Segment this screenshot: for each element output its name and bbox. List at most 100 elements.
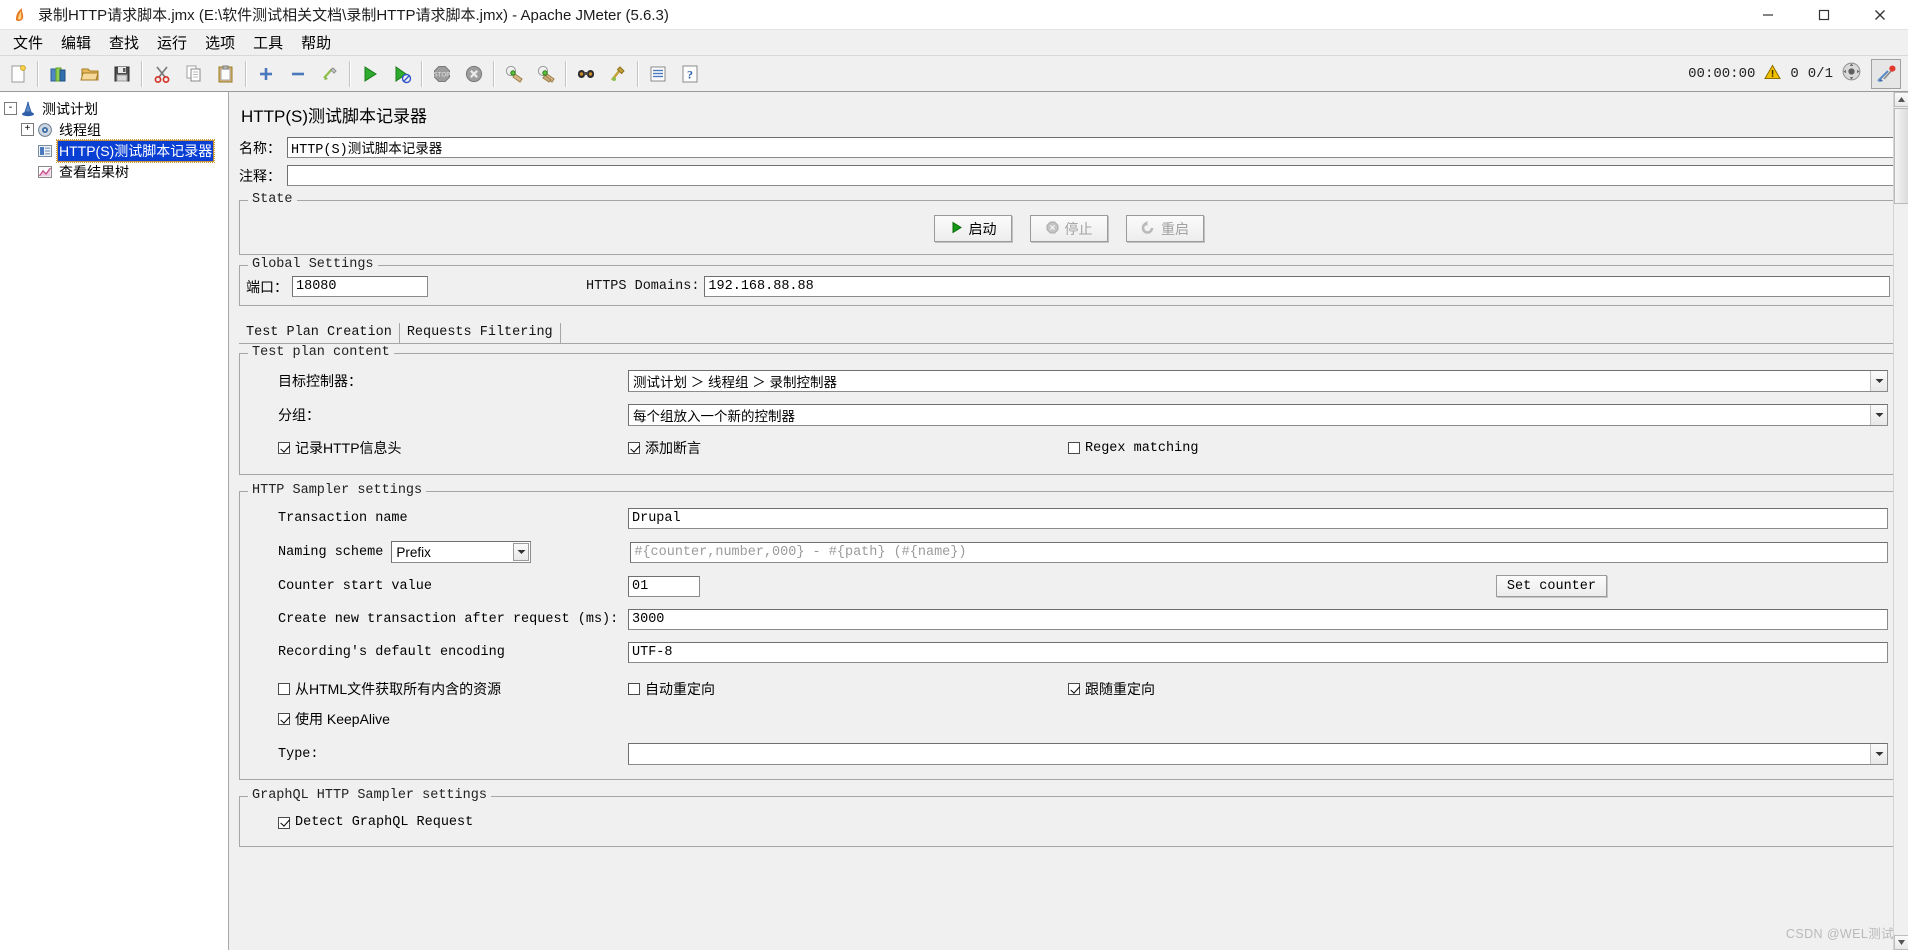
transaction-name-input[interactable]	[628, 508, 1888, 529]
toolbar-collapse-all[interactable]	[283, 59, 313, 89]
use-keepalive-label: 使用 KeepAlive	[295, 711, 390, 727]
chevron-down-icon[interactable]	[1870, 405, 1887, 425]
menu-tools[interactable]: 工具	[244, 30, 292, 55]
retrieve-embedded-checkbox[interactable]: 从HTML文件获取所有内含的资源	[246, 679, 628, 699]
toolbar-clear[interactable]	[499, 59, 529, 89]
checkbox-box[interactable]	[278, 713, 290, 725]
toolbar-function-helper[interactable]	[643, 59, 673, 89]
toolbar-new[interactable]	[3, 59, 33, 89]
toolbar-search[interactable]	[571, 59, 601, 89]
start-button[interactable]: 启动	[934, 215, 1012, 242]
counter-start-input[interactable]	[628, 575, 700, 597]
detect-graphql-checkbox[interactable]: Detect GraphQL Request	[246, 815, 473, 830]
toolbar-copy[interactable]	[179, 59, 209, 89]
toolbar-toggle[interactable]	[315, 59, 345, 89]
toolbar-start-no-pauses[interactable]	[387, 59, 417, 89]
tree-expander-icon[interactable]: +	[21, 123, 34, 136]
type-combo[interactable]	[628, 743, 1888, 765]
set-counter-button[interactable]: Set counter	[1495, 575, 1607, 597]
tab-test-plan-creation[interactable]: Test Plan Creation	[239, 323, 400, 343]
toolbar-open[interactable]	[75, 59, 105, 89]
toolbar-cut[interactable]	[147, 59, 177, 89]
menu-edit[interactable]: 编辑	[52, 30, 100, 55]
tree-item-http-recorder[interactable]: HTTP(S)测试脚本记录器	[4, 138, 228, 163]
checkbox-box[interactable]	[628, 683, 640, 695]
toolbar-paste[interactable]	[211, 59, 241, 89]
toolbar-save[interactable]	[107, 59, 137, 89]
naming-pattern-wrap	[531, 541, 1888, 563]
toolbar-search-reset[interactable]	[603, 59, 633, 89]
checkbox-box[interactable]	[628, 442, 640, 454]
use-keepalive-checkbox[interactable]: 使用 KeepAlive	[246, 709, 390, 729]
global-settings-title: Global Settings	[248, 257, 378, 272]
toolbar-stop[interactable]: STOP	[427, 59, 457, 89]
toolbar-shutdown[interactable]	[459, 59, 489, 89]
comment-label: 注释：	[239, 167, 281, 184]
checkbox-box[interactable]	[1068, 683, 1080, 695]
warning-count: 0	[1790, 66, 1799, 82]
https-domains-label: HTTPS Domains:	[586, 279, 700, 294]
checkbox-box[interactable]	[278, 816, 290, 829]
tree-item-label: 查看结果树	[59, 163, 129, 180]
follow-redirect-checkbox[interactable]: 跟随重定向	[1068, 679, 1155, 699]
minimize-button[interactable]	[1740, 0, 1796, 30]
name-input[interactable]	[287, 137, 1899, 158]
toolbar-help[interactable]: ?	[675, 59, 705, 89]
menu-run[interactable]: 运行	[148, 30, 196, 55]
editor-scrollbar[interactable]	[1893, 92, 1908, 950]
toolbar-clear-all[interactable]	[531, 59, 561, 89]
chevron-down-icon[interactable]	[1870, 371, 1887, 391]
recorder-icon[interactable]	[1871, 59, 1901, 89]
menu-file[interactable]: 文件	[4, 30, 52, 55]
toolbar-templates[interactable]	[43, 59, 73, 89]
target-controller-combo[interactable]: 测试计划 ＞ 线程组 ＞ 录制控制器	[628, 370, 1888, 392]
tab-requests-filtering[interactable]: Requests Filtering	[400, 323, 561, 343]
menu-search[interactable]: 查找	[100, 30, 148, 55]
dashboard-icon[interactable]	[1842, 62, 1861, 86]
stop-button-label: 停止	[1064, 220, 1093, 237]
checkbox-box[interactable]	[278, 442, 290, 454]
maximize-button[interactable]	[1796, 0, 1852, 30]
target-controller-value: 测试计划 ＞ 线程组 ＞ 录制控制器	[633, 375, 838, 390]
toolbar-expand-all[interactable]	[251, 59, 281, 89]
checkbox-box[interactable]	[278, 683, 290, 695]
auto-redirect-checkbox[interactable]: 自动重定向	[628, 679, 1068, 699]
scroll-up-button[interactable]	[1894, 92, 1908, 107]
menu-help[interactable]: 帮助	[292, 30, 340, 55]
new-transaction-label: Create new transaction after request (ms…	[278, 612, 619, 627]
grouping-combo[interactable]: 每个组放入一个新的控制器	[628, 404, 1888, 426]
test-plan-tree[interactable]: - 测试计划 + 线程组 HTTP(S)测试脚本记录器 查看结果树	[0, 92, 229, 950]
close-button[interactable]	[1852, 0, 1908, 30]
tree-item-view-results-tree[interactable]: 查看结果树	[4, 161, 228, 182]
grouping-label: 分组：	[278, 407, 320, 423]
menu-options[interactable]: 选项	[196, 30, 244, 55]
scroll-down-button[interactable]	[1894, 935, 1908, 950]
jmeter-icon	[6, 1, 34, 29]
checkbox-box[interactable]	[1068, 442, 1080, 454]
add-assertions-checkbox[interactable]: 添加断言	[628, 438, 1068, 458]
chevron-down-icon[interactable]	[513, 543, 530, 561]
chevron-down-icon[interactable]	[1870, 744, 1887, 764]
encoding-input[interactable]	[628, 642, 1888, 663]
test-plan-content-group: Test plan content 目标控制器： 测试计划 ＞ 线程组 ＞ 录制…	[239, 345, 1899, 475]
tree-item-test-plan[interactable]: - 测试计划	[4, 98, 228, 119]
tree-expander-icon[interactable]: -	[4, 102, 17, 115]
naming-scheme-value: Prefix	[396, 544, 431, 560]
restart-button[interactable]: 重启	[1126, 215, 1204, 242]
stop-button[interactable]: 停止	[1030, 215, 1108, 242]
capture-headers-checkbox[interactable]: 记录HTTP信息头	[246, 438, 628, 458]
scroll-thumb[interactable]	[1894, 108, 1908, 204]
https-domains-input[interactable]	[704, 276, 1890, 297]
warning-triangle-icon	[1764, 63, 1782, 85]
port-input[interactable]	[292, 276, 428, 297]
regex-matching-checkbox[interactable]: Regex matching	[1068, 441, 1198, 456]
naming-scheme-combo[interactable]: Prefix	[391, 541, 532, 563]
name-label: 名称：	[239, 139, 281, 156]
jmeter-window: 录制HTTP请求脚本.jmx (E:\软件测试相关文档\录制HTTP请求脚本.j…	[0, 0, 1908, 950]
naming-pattern-input[interactable]	[630, 541, 1888, 563]
tree-item-thread-group[interactable]: + 线程组	[4, 119, 228, 140]
comment-input[interactable]	[287, 165, 1899, 186]
toolbar-start[interactable]	[355, 59, 385, 89]
settings-tabs: Test Plan Creation Requests Filtering	[239, 320, 1899, 344]
new-transaction-input[interactable]	[628, 609, 1888, 630]
